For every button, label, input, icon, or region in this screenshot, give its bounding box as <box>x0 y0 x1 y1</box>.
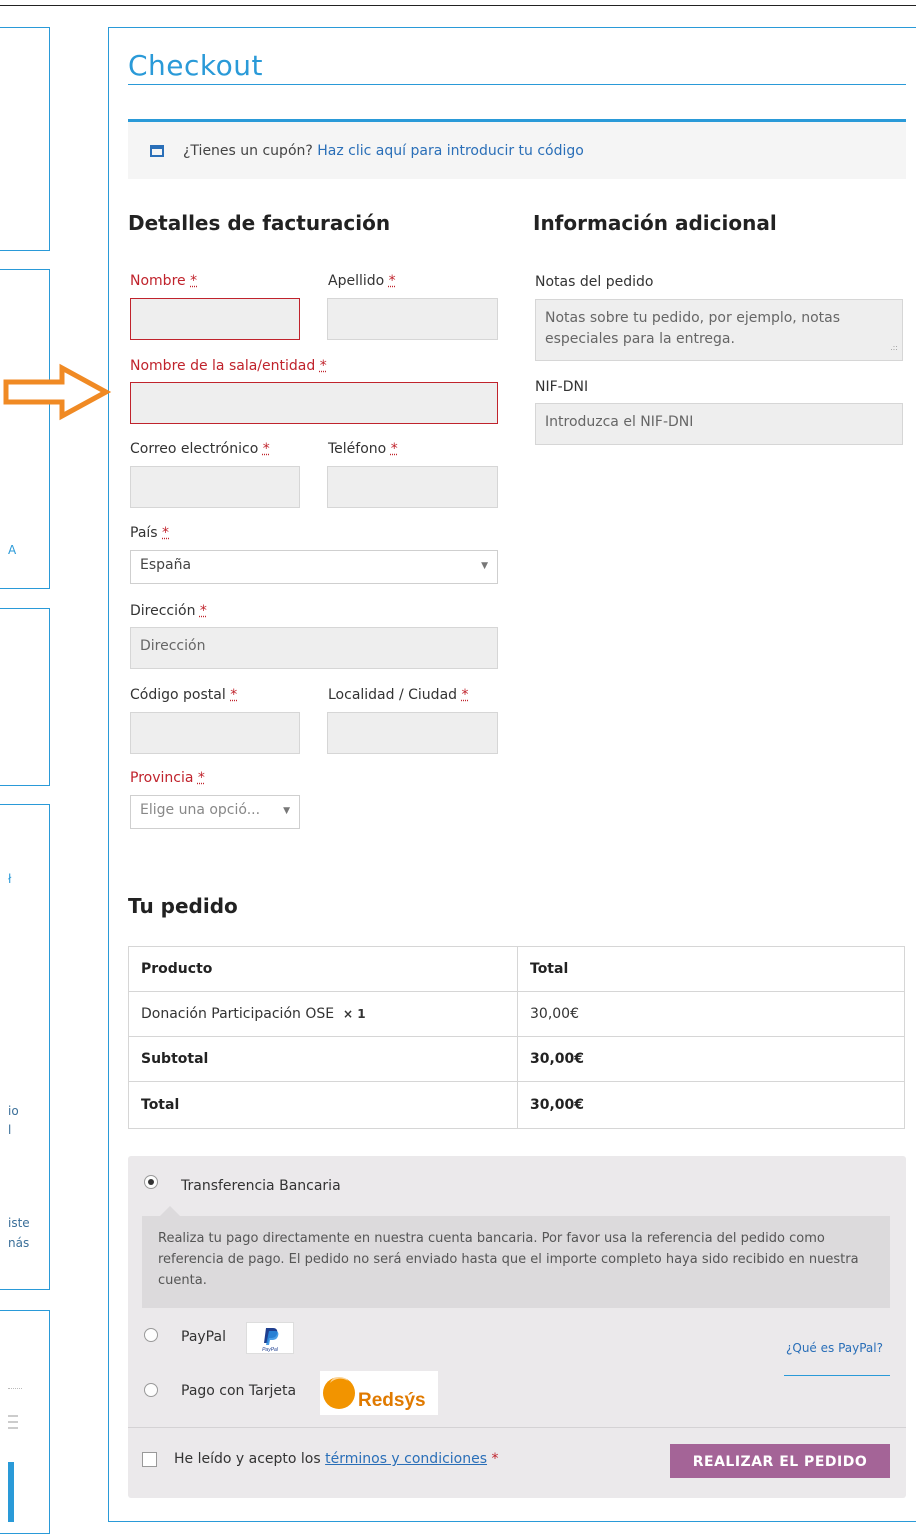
sidebar-fragment-text: ł <box>8 872 12 886</box>
address-label: Dirección * <box>130 603 207 619</box>
address-input[interactable]: Dirección <box>130 627 498 669</box>
svg-text:PayPal: PayPal <box>262 1347 279 1353</box>
page-title: Checkout <box>128 49 263 82</box>
dropdown-arrow-icon: ▼ <box>481 561 488 571</box>
coupon-text: ¿Tienes un cupón? Haz clic aquí para int… <box>183 143 584 159</box>
sidebar-fragment-text: l <box>8 1123 12 1137</box>
email-input[interactable] <box>130 466 300 508</box>
nif-input[interactable]: Introduzca el NIF-DNI <box>535 403 903 445</box>
redsys-logo: Redsýs <box>320 1371 438 1415</box>
city-input[interactable] <box>327 712 498 754</box>
top-border <box>0 5 916 6</box>
terms-text: He leído y acepto los términos y condici… <box>174 1451 499 1467</box>
sidebar-fragment-text: iste <box>8 1216 30 1230</box>
paypal-radio[interactable] <box>144 1328 158 1342</box>
company-input[interactable] <box>130 382 498 424</box>
last-name-input[interactable] <box>327 298 498 340</box>
nif-label: NIF-DNI <box>535 379 589 395</box>
phone-label: Teléfono * <box>328 441 398 457</box>
terms-link[interactable]: términos y condiciones <box>325 1451 487 1467</box>
sidebar-card <box>0 608 50 786</box>
postcode-label: Código postal * <box>130 687 238 703</box>
table-header-product: Producto <box>128 946 518 992</box>
email-label: Correo electrónico * <box>130 441 270 457</box>
sidebar-fragment-text: A <box>8 543 17 557</box>
payment-divider <box>128 1427 906 1428</box>
paypal-label[interactable]: PayPal <box>181 1329 226 1345</box>
card-label[interactable]: Pago con Tarjeta <box>181 1383 296 1399</box>
coupon-notice: ¿Tienes un cupón? Haz clic aquí para int… <box>128 119 906 179</box>
sidebar-fragment-text: nás <box>8 1236 30 1250</box>
product-name-cell: Donación Participación OSE × 1 <box>128 991 518 1037</box>
card-radio[interactable] <box>144 1383 158 1397</box>
what-is-paypal-link[interactable]: ¿Qué es PayPal? <box>786 1341 883 1355</box>
terms-checkbox[interactable] <box>142 1452 157 1467</box>
country-label: País * <box>130 525 170 541</box>
paypal-logo-icon: PayPal <box>262 1328 279 1353</box>
place-order-button[interactable]: REALIZAR EL PEDIDO <box>670 1444 890 1478</box>
menu-icon <box>8 1415 18 1431</box>
redsys-logo-icon: Redsýs <box>323 1376 426 1411</box>
sidebar-divider <box>8 1388 22 1390</box>
title-underline <box>128 84 906 85</box>
country-select[interactable]: España ▼ <box>130 550 498 584</box>
total-value: 30,00€ <box>517 1081 905 1129</box>
order-heading: Tu pedido <box>128 894 238 918</box>
pointer-arrow-icon <box>3 363 112 421</box>
city-label: Localidad / Ciudad * <box>328 687 469 703</box>
bank-transfer-description: Realiza tu pago directamente en nuestra … <box>142 1206 890 1308</box>
bank-transfer-radio[interactable] <box>144 1175 158 1189</box>
order-notes-textarea[interactable]: Notas sobre tu pedido, por ejemplo, nota… <box>535 299 903 361</box>
state-label: Provincia * <box>130 770 205 786</box>
state-value: Elige una opció... <box>140 802 261 818</box>
resize-grip-icon[interactable]: .:: <box>890 337 898 358</box>
sidebar-card <box>0 27 50 251</box>
table-header-total: Total <box>517 946 905 992</box>
bank-transfer-label[interactable]: Transferencia Bancaria <box>181 1178 341 1194</box>
paypal-logo: PayPal <box>246 1322 294 1354</box>
calendar-icon <box>150 145 164 157</box>
table-row: Total 30,00€ <box>128 1081 905 1129</box>
order-notes-placeholder: Notas sobre tu pedido, por ejemplo, nota… <box>545 310 841 347</box>
sidebar-fragment-text: io <box>8 1104 19 1118</box>
nif-placeholder: Introduzca el NIF-DNI <box>545 414 694 430</box>
postcode-input[interactable] <box>130 712 300 754</box>
company-label: Nombre de la sala/entidad * <box>130 358 327 374</box>
additional-heading: Información adicional <box>533 211 777 235</box>
table-row: Donación Participación OSE × 1 30,00€ <box>128 991 905 1037</box>
subtotal-value: 30,00€ <box>517 1036 905 1082</box>
phone-input[interactable] <box>327 466 498 508</box>
state-select[interactable]: Elige una opció... ▼ <box>130 795 300 829</box>
sidebar-card <box>0 269 50 589</box>
country-value: España <box>140 557 192 573</box>
order-notes-label: Notas del pedido <box>535 274 654 290</box>
total-label: Total <box>128 1081 518 1129</box>
svg-text:Redsýs: Redsýs <box>358 1390 426 1411</box>
subtotal-label: Subtotal <box>128 1036 518 1082</box>
product-total-cell: 30,00€ <box>517 991 905 1037</box>
billing-heading: Detalles de facturación <box>128 211 391 235</box>
last-name-label: Apellido * <box>328 273 396 289</box>
table-row: Subtotal 30,00€ <box>128 1036 905 1082</box>
order-table: Producto Total Donación Participación OS… <box>128 946 905 1129</box>
table-header-row: Producto Total <box>128 946 905 992</box>
sidebar-accent-bar <box>8 1462 14 1522</box>
coupon-prompt: ¿Tienes un cupón? <box>183 143 313 159</box>
address-placeholder: Dirección <box>140 638 206 654</box>
paypal-link-underline <box>784 1375 890 1376</box>
first-name-input[interactable] <box>130 298 300 340</box>
first-name-label: Nombre * <box>130 273 198 289</box>
dropdown-arrow-icon: ▼ <box>283 806 290 816</box>
coupon-link[interactable]: Haz clic aquí para introducir tu código <box>317 143 584 159</box>
